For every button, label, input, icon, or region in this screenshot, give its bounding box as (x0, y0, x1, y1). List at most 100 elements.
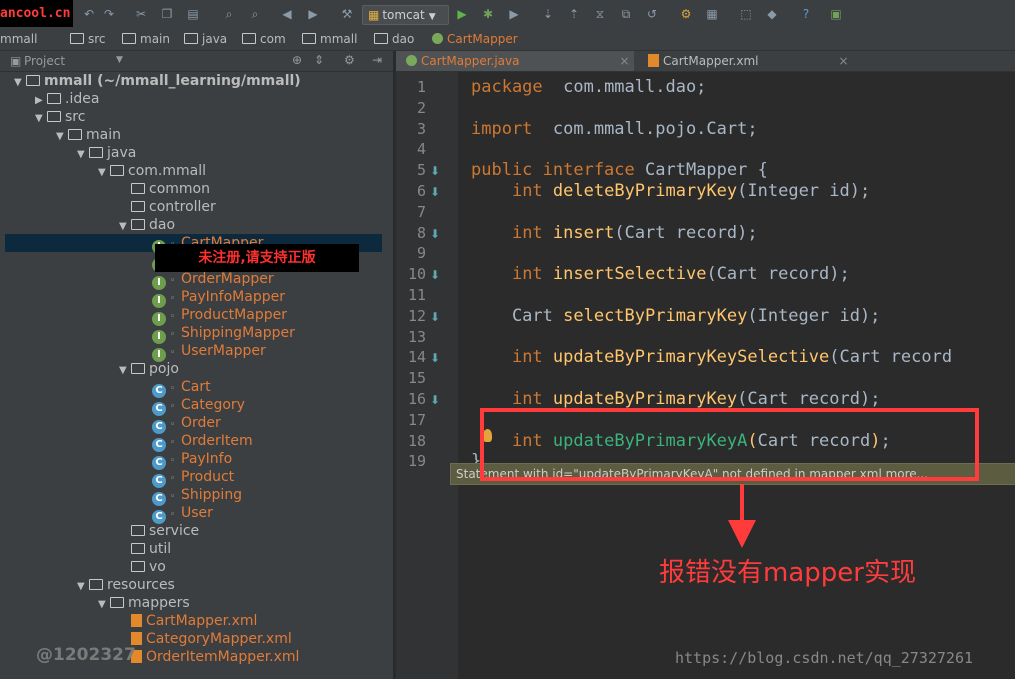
sync-icon[interactable]: ⊕ (292, 53, 302, 67)
debug-icon[interactable]: ✱ (481, 7, 495, 21)
redo-icon[interactable]: ↷ (102, 7, 116, 21)
tree-item[interactable]: ▼ main (56, 126, 121, 144)
find-icon[interactable]: ⌕ (222, 7, 236, 21)
tree-item[interactable]: ▼ pojo (119, 360, 179, 378)
code-line[interactable]: Cart selectByPrimaryKey(Integer id); (471, 306, 880, 326)
tree-item[interactable]: ▼ mappers (98, 594, 190, 612)
implemented-marker-icon[interactable]: ⬇ (430, 185, 444, 199)
expand-arrow-icon[interactable]: ▼ (14, 74, 26, 92)
tree-item[interactable]: I ◦ ShippingMapper (140, 324, 295, 344)
tree-item[interactable]: service (119, 522, 199, 540)
tree-item[interactable]: C ◦ Product (140, 468, 234, 488)
run-config-select[interactable]: ▦ tomcat ▼ (362, 5, 449, 25)
project-panel-header: ▣ Project ▼ ⊕ ⇕ ⚙ ⇥ (0, 51, 393, 72)
code-line[interactable]: package com.mmall.dao; (471, 77, 706, 97)
expand-arrow-icon[interactable]: ▼ (98, 596, 110, 614)
forward-icon[interactable]: ▶ (306, 7, 320, 21)
tree-item[interactable]: ▼ src (35, 108, 85, 126)
code-line[interactable]: import com.mmall.pojo.Cart; (471, 119, 758, 139)
tree-item[interactable]: I ◦ UserMapper (140, 342, 266, 362)
close-icon[interactable]: × (838, 54, 848, 68)
tree-item[interactable]: C ◦ PayInfo (140, 450, 232, 470)
project-structure-icon[interactable]: ▦ (705, 7, 719, 21)
implemented-marker-icon[interactable]: ⬇ (430, 310, 444, 324)
tree-item[interactable]: ▶ .idea (35, 90, 99, 108)
run-icon[interactable]: ▶ (455, 7, 469, 21)
implemented-marker-icon[interactable]: ⬇ (430, 164, 444, 178)
revert-icon[interactable]: ↺ (645, 7, 659, 21)
collapse-icon[interactable]: ⇕ (314, 53, 324, 67)
breadcrumb-item[interactable]: java (184, 32, 227, 46)
undo-icon[interactable]: ↶ (82, 7, 96, 21)
breadcrumb-item[interactable]: CartMapper (432, 32, 518, 46)
vcs-history-icon[interactable]: ⧖ (593, 7, 607, 21)
chevron-down-icon[interactable]: ▼ (116, 55, 123, 65)
expand-arrow-icon[interactable]: ▼ (98, 164, 110, 182)
tree-item[interactable]: CategoryMapper.xml (119, 630, 292, 648)
tree-item[interactable]: I ◦ PayInfoMapper (140, 288, 285, 308)
breadcrumb-item[interactable]: com (242, 32, 286, 46)
tree-item[interactable]: ▼ mmall (~/mmall_learning/mmall) (14, 72, 301, 90)
tree-item[interactable]: I ◦ ProductMapper (140, 306, 287, 326)
tree-item[interactable]: C ◦ OrderItem (140, 432, 253, 452)
code-line[interactable]: int updateByPrimaryKey(Cart record); (471, 389, 881, 409)
tree-item[interactable]: C ◦ Shipping (140, 486, 242, 506)
close-icon[interactable]: × (619, 54, 629, 68)
breadcrumb-item[interactable]: mmall (0, 32, 37, 46)
expand-arrow-icon[interactable]: ▼ (119, 362, 131, 380)
tree-item[interactable]: common (119, 180, 210, 198)
terminal-icon[interactable]: ▣ (829, 7, 843, 21)
gear-icon[interactable]: ⚙ (344, 53, 355, 67)
tree-item[interactable]: ▼ java (77, 144, 136, 162)
code-line[interactable]: int updateByPrimaryKeySelective(Cart rec… (471, 347, 952, 367)
code-line[interactable]: int insertSelective(Cart record); (471, 264, 850, 284)
back-icon[interactable]: ◀ (280, 7, 294, 21)
expand-arrow-icon[interactable]: ▼ (35, 110, 47, 128)
tree-item[interactable]: I ◦ OrderMapper (140, 270, 274, 290)
tree-item[interactable]: util (119, 540, 171, 558)
breadcrumb-item[interactable]: src (70, 32, 106, 46)
tab-cartmapper-xml[interactable]: CartMapper.xml × (642, 51, 864, 71)
cut-icon[interactable]: ✂ (134, 7, 148, 21)
plugin-icon[interactable]: ◆ (765, 7, 779, 21)
breadcrumb-item[interactable]: main (122, 32, 170, 46)
tree-item[interactable]: OrderItemMapper.xml (119, 648, 299, 666)
tree-item[interactable]: controller (119, 198, 216, 216)
breadcrumb-item[interactable]: dao (374, 32, 414, 46)
tree-item[interactable]: C ◦ User (140, 504, 213, 524)
expand-arrow-icon[interactable]: ▼ (77, 146, 89, 164)
tree-item[interactable]: CartMapper.xml (119, 612, 257, 630)
vcs-compare-icon[interactable]: ⧉ (619, 7, 633, 21)
vcs-commit-icon[interactable]: ⇡ (567, 7, 581, 21)
tab-cartmapper-java[interactable]: CartMapper.java × (396, 51, 634, 71)
expand-arrow-icon[interactable]: ▼ (119, 218, 131, 236)
help-icon[interactable]: ? (799, 7, 813, 21)
implemented-marker-icon[interactable]: ⬇ (430, 268, 444, 282)
expand-arrow-icon[interactable]: ▼ (56, 128, 68, 146)
tree-item[interactable]: vo (119, 558, 166, 576)
code-line[interactable]: int deleteByPrimaryKey(Integer id); (471, 181, 870, 201)
vcs-update-icon[interactable]: ⇣ (541, 7, 555, 21)
tree-item[interactable]: ▼ resources (77, 576, 175, 594)
breadcrumb-item[interactable]: mmall (302, 32, 357, 46)
sdk-manager-icon[interactable]: ⬚ (739, 7, 753, 21)
replace-icon[interactable]: ⌕ (248, 7, 262, 21)
copy-icon[interactable]: ❐ (160, 7, 174, 21)
tree-item[interactable]: C ◦ Cart (140, 378, 211, 398)
code-line[interactable]: public interface CartMapper { (471, 160, 768, 180)
paste-icon[interactable]: ▤ (186, 7, 200, 21)
coverage-icon[interactable]: ▶ (507, 7, 521, 21)
expand-arrow-icon[interactable]: ▼ (77, 578, 89, 596)
implemented-marker-icon[interactable]: ⬇ (430, 227, 444, 241)
project-panel-title[interactable]: Project (24, 54, 65, 68)
tree-item[interactable]: ▼ dao (119, 216, 175, 234)
implemented-marker-icon[interactable]: ⬇ (430, 351, 444, 365)
implemented-marker-icon[interactable]: ⬇ (430, 393, 444, 407)
build-icon[interactable]: ⚒ (340, 7, 354, 21)
tree-item[interactable]: ▼ com.mmall (98, 162, 206, 180)
hide-panel-icon[interactable]: ⇥ (372, 53, 382, 67)
tree-item[interactable]: C ◦ Order (140, 414, 221, 434)
settings-icon[interactable]: ⚙ (679, 7, 693, 21)
tree-item[interactable]: C ◦ Category (140, 396, 245, 416)
code-line[interactable]: int insert(Cart record); (471, 223, 758, 243)
